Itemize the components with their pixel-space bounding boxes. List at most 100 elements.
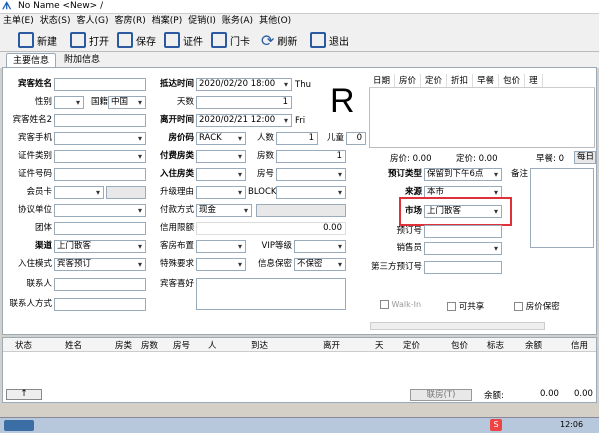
rate-col-breakfast: 早餐 [473,74,500,87]
rate-col-room-rate: 房价 [395,74,422,87]
col-arrival: 到达 [251,341,269,351]
gender-select[interactable] [54,96,84,109]
res-no-input[interactable] [424,225,502,238]
exit-button[interactable]: 退出 [310,29,349,51]
departure-input[interactable]: 2020/02/21 12:00 [196,114,292,127]
new-doc-icon [18,32,34,48]
vip-select[interactable] [294,240,346,253]
menu-item-promo[interactable]: 促销(I) [185,14,219,28]
col-package: 包价 [451,341,469,351]
remark-label: 备注 [510,169,528,179]
special-label: 特殊要求 [159,259,194,269]
contact-label: 联系人 [26,279,52,289]
col-flag: 标志 [487,341,505,351]
room-no-label: 房号 [256,169,274,179]
guest-name-label: 宾客姓名 [17,79,52,89]
sales-select[interactable] [424,242,502,255]
rate-col-date: 日期 [369,74,396,87]
menu-item-other[interactable]: 其他(O) [256,14,294,28]
guest-list-header: 状态 姓名 房类 房数 房号 人 到达 离开 天 定价 包价 标志 余额 信用 [3,338,596,352]
shareable-checkbox[interactable]: 可共享 [447,300,484,312]
id-no-input[interactable] [54,168,146,181]
market-highlight-box [399,197,512,226]
contact-method-input[interactable] [54,298,146,311]
refresh-button[interactable]: ⟳ 刷新 [261,29,297,51]
room-layout-select[interactable] [196,240,246,253]
special-select[interactable] [196,258,246,271]
card-button[interactable]: 门卡 [211,29,250,51]
block-select[interactable] [276,186,346,199]
res-type-label: 预订类型 [387,169,422,179]
arrival-input[interactable]: 2020/02/20 18:00 [196,78,292,91]
channel-select[interactable]: 上门散客 [54,240,146,253]
toolbar: 新建 打开 保存 证件 门卡 ⟳ 刷新 退出 [0,28,599,52]
floppy-icon [117,32,133,48]
room-type-select[interactable] [196,168,246,181]
walkin-checkbox[interactable]: Walk-In [380,300,421,309]
menu-item-account[interactable]: 账务(A) [219,14,256,28]
menu-item-profile[interactable]: 档案(P) [149,14,185,28]
pay-type-select[interactable] [196,150,246,163]
col-departure: 离开 [323,341,341,351]
channel-label: 渠道 [34,241,52,251]
payment-extra [256,204,346,217]
clock: 12:06 [560,420,584,429]
daily-button[interactable]: 每日 [574,151,596,164]
upgrade-select[interactable] [196,186,246,199]
remark-input[interactable] [530,168,594,248]
member-card-select[interactable] [54,186,104,199]
rate-code-select[interactable]: RACK [196,132,246,145]
taskbar: S 12:06 [0,417,599,433]
cert-button[interactable]: 证件 [164,29,203,51]
checkin-mode-select[interactable]: 宾客预订 [54,258,146,271]
pref-input[interactable] [196,278,346,310]
start-button[interactable] [4,420,34,431]
arrow-up-icon: ↑ [20,389,28,399]
guest-name-input[interactable] [54,78,146,91]
menu-item-status[interactable]: 状态(S) [37,14,74,28]
new-button[interactable]: 新建 [18,29,57,51]
room-rate-summary: 房价: 0.00 [390,154,432,164]
departure-label: 离开时间 [159,115,194,125]
ime-icon[interactable]: S [490,419,502,431]
id-type-select[interactable] [54,150,146,163]
res-type-select[interactable]: 保留到下午6点 [424,168,502,181]
menu-item-room[interactable]: 客房(R) [111,14,148,28]
contact-input[interactable] [54,278,146,291]
room-no-select[interactable] [276,168,346,181]
vip-label: VIP等级 [261,241,292,251]
nationality-select[interactable]: 中国 [108,96,146,109]
guest-list-grid: 状态 姓名 房类 房数 房号 人 到达 离开 天 定价 包价 标志 余额 信用 [2,337,597,403]
breakfast-summary: 早餐: 0 [536,154,564,164]
guest-name2-input[interactable] [54,114,146,127]
company-select[interactable] [54,204,146,217]
children-input[interactable]: 0 [346,132,366,145]
rate-secret-checkbox[interactable]: 房价保密 [514,300,560,312]
window-title: No Name <New> / [18,1,104,11]
adults-input[interactable]: 1 [276,132,318,145]
nights-label: 天数 [176,97,194,107]
tab-extra-info[interactable]: 附加信息 [58,53,106,68]
menu-item-main[interactable]: 主单(E) [0,14,37,28]
horizontal-scrollbar[interactable] [370,322,545,330]
pref-label: 宾客喜好 [159,279,194,289]
rate-col-list-price: 定价 [421,74,448,87]
expand-button[interactable]: ↑ [6,389,42,400]
upgrade-label: 升级理由 [159,187,194,197]
credit-value: 0.00 [574,389,593,399]
group-input[interactable] [54,222,146,235]
rooms-input[interactable]: 1 [276,150,346,163]
children-label: 儿童 [326,133,344,143]
open-button[interactable]: 打开 [70,29,109,51]
nights-input[interactable]: 1 [196,96,292,109]
arrival-weekday: Thu [295,80,311,90]
secret-select[interactable]: 不保密 [294,258,346,271]
save-button[interactable]: 保存 [117,29,156,51]
mobile-select[interactable] [54,132,146,145]
checkin-link-button[interactable]: 联房(T) [410,389,472,401]
tab-main-info[interactable]: 主要信息 [6,53,57,68]
payment-select[interactable]: 现金 [196,204,252,217]
third-res-input[interactable] [424,261,502,274]
menu-item-guest[interactable]: 客人(G) [73,14,111,28]
company-label: 协议单位 [17,205,52,215]
